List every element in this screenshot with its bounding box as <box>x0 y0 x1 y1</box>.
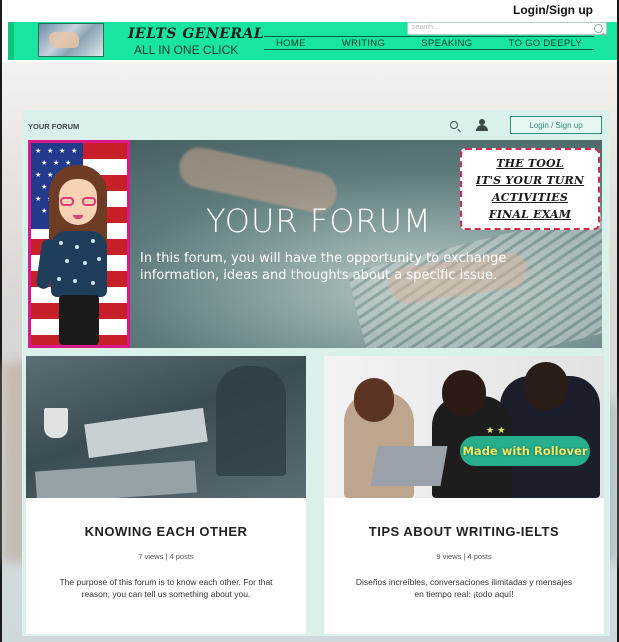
tool-link-final-exam[interactable]: FINAL EXAM <box>489 206 571 223</box>
brand-title: IELTS GENERAL <box>128 26 265 42</box>
main-nav: HOME WRITING SPEAKING TO GO DEEPLY <box>264 36 594 50</box>
tool-link-activities[interactable]: ACTIVITIES <box>492 189 568 206</box>
search-placeholder: search... <box>412 24 439 31</box>
nav-to-go-deeply[interactable]: TO GO DEEPLY <box>509 38 582 49</box>
forum-label: YOUR FORUM <box>28 122 80 131</box>
forum-panel: YOUR FORUM Login / Sign up ★ ★ ★ ★ ★ ★ ★ ★ ★ ★ ★… <box>22 110 610 636</box>
forum-card-knowing-each-other[interactable]: KNOWING EACH OTHER 7 views | 4 posts The… <box>26 356 306 634</box>
tool-link-your-turn[interactable]: IT'S YOUR TURN <box>476 172 584 189</box>
user-icon[interactable] <box>476 119 488 131</box>
forum-hero: ★★★★ ★★★ ★★★★ ★★★ ★★★★ ★★★ <box>28 140 602 348</box>
card-image <box>26 356 306 498</box>
card-description: Diseños increíbles, conversaciones ilimi… <box>355 577 573 599</box>
forum-login-button[interactable]: Login / Sign up <box>510 116 602 134</box>
hero-title: YOUR FORUM <box>206 202 432 240</box>
card-meta: 7 views | 4 posts <box>138 552 194 561</box>
nav-home[interactable]: HOME <box>276 38 306 49</box>
site-logo[interactable] <box>38 23 104 57</box>
cartoon-avatar <box>35 161 123 345</box>
hero-description: In this forum, you will have the opportu… <box>140 251 507 283</box>
header-accent-stripe <box>8 22 14 60</box>
card-title[interactable]: KNOWING EACH OTHER <box>26 524 306 539</box>
brand-subtitle: ALL IN ONE CLICK <box>134 43 239 57</box>
tool-links-box: THE TOOL IT'S YOUR TURN ACTIVITIES FINAL… <box>460 148 600 230</box>
site-header: IELTS GENERAL ALL IN ONE CLICK search...… <box>8 22 617 60</box>
rollover-badge-label: Made with Rollover <box>462 444 588 458</box>
card-meta: 9 views | 4 posts <box>436 552 492 561</box>
card-image: ★ ★ Made with Rollover <box>324 356 604 498</box>
top-login-link[interactable]: Login/Sign up <box>513 3 593 17</box>
nav-writing[interactable]: WRITING <box>342 38 385 49</box>
forum-card-tips-writing[interactable]: ★ ★ Made with Rollover TIPS ABOUT WRITIN… <box>324 356 604 634</box>
tool-link-the-tool[interactable]: THE TOOL <box>496 155 563 172</box>
card-title[interactable]: TIPS ABOUT WRITING-IELTS <box>324 524 604 539</box>
rollover-badge: ★ ★ Made with Rollover <box>460 426 590 466</box>
search-icon[interactable] <box>450 121 458 129</box>
nav-speaking[interactable]: SPEAKING <box>421 38 472 49</box>
search-icon[interactable] <box>594 24 603 33</box>
card-description: The purpose of this forum is to know eac… <box>59 577 273 599</box>
flag-avatar-image: ★★★★ ★★★ ★★★★ ★★★ ★★★★ ★★★ <box>28 140 130 348</box>
site-search-input[interactable]: search... <box>407 22 607 35</box>
